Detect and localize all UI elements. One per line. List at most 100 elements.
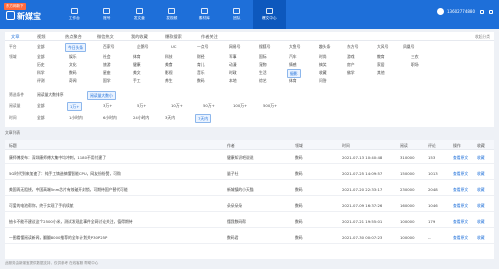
category-option[interactable]: 游戏 xyxy=(345,53,357,60)
collapse-categories-link[interactable]: 收起分类 xyxy=(475,34,490,40)
category-option[interactable]: 时政 xyxy=(227,69,239,76)
view-original-link[interactable]: 查看原文 xyxy=(453,235,468,241)
category-option[interactable]: 问答 xyxy=(317,77,329,84)
reads-option[interactable]: 100万+ xyxy=(231,102,249,109)
article-title[interactable]: 一图看懂阅读新闻，翻翻8000推荐的全年计划关P30P25P xyxy=(9,235,219,241)
sort-option[interactable]: 阅读量大数小 xyxy=(87,91,116,100)
platform-option[interactable]: 网易号 xyxy=(227,43,242,50)
time-option[interactable]: 7天内 xyxy=(195,114,212,123)
category-option[interactable]: 美文 xyxy=(131,69,143,76)
category-option[interactable]: 情感 xyxy=(287,61,299,68)
article-title[interactable]: 5G时代到来加速了：纯手工铸造搞懂智能CPU，网友纷纷赞，可购 xyxy=(9,171,219,177)
category-option[interactable]: 星座 xyxy=(101,69,113,76)
article-title[interactable]: 康师傅发布：深圳康师傅大集中均冲刺，1180不用付建了 xyxy=(9,155,219,161)
favorite-link[interactable]: 收藏 xyxy=(477,155,485,161)
category-option[interactable]: 国际 xyxy=(257,53,269,60)
category-option[interactable]: 佛学 xyxy=(345,69,357,76)
category-option[interactable]: 财经 xyxy=(195,53,207,60)
reads-option[interactable]: 50万+ xyxy=(201,102,217,109)
reads-option[interactable]: 3万+ xyxy=(101,102,114,109)
platform-option[interactable]: 东方号 xyxy=(345,43,360,50)
category-option[interactable]: 军事 xyxy=(227,53,239,60)
tab-hot-aggregate[interactable]: 热点聚合 xyxy=(65,34,82,40)
category-option[interactable]: 汽车 xyxy=(287,53,299,60)
category-option[interactable]: 时尚 xyxy=(317,53,329,60)
reads-option[interactable]: 1万+ xyxy=(67,102,83,111)
reads-option[interactable]: 500万+ xyxy=(261,102,279,109)
favorite-link[interactable]: 收藏 xyxy=(477,203,485,209)
platform-option[interactable]: UC xyxy=(169,43,178,49)
view-original-link[interactable]: 查看原文 xyxy=(453,219,468,225)
platform-option[interactable]: 大风号 xyxy=(375,43,390,50)
category-option[interactable]: 文化 xyxy=(67,61,79,68)
category-option[interactable]: 全部 xyxy=(35,53,47,60)
category-option[interactable]: 影视 xyxy=(163,69,175,76)
user-area[interactable]: 13602774880 xyxy=(437,8,493,15)
category-option[interactable]: 房产 xyxy=(345,61,357,68)
table-row[interactable]: 美国再无阻挠，中国高端5nm芯片有效破开封锁，可期待国产替代可能 新城镇的小天猫… xyxy=(5,182,494,196)
nav-workbench[interactable]: 工作台 xyxy=(58,0,91,29)
category-option[interactable]: 国学 xyxy=(101,77,113,84)
category-option[interactable]: 家居 xyxy=(375,61,387,68)
platform-option[interactable]: 全部 xyxy=(35,43,47,50)
view-original-link[interactable]: 查看原文 xyxy=(453,187,468,193)
settings-icon[interactable] xyxy=(489,9,493,14)
tab-hot-search[interactable]: 爆款搜索 xyxy=(165,34,182,40)
favorite-link[interactable]: 收藏 xyxy=(477,219,485,225)
platform-option[interactable]: 百家号 xyxy=(101,43,116,50)
table-row[interactable]: 抽卡不能不建议这个2500小米，测试发现此事件全网讨论关注，值得期待 懂我数码帮… xyxy=(5,214,494,228)
time-option[interactable]: 24小时内 xyxy=(131,114,151,121)
platform-option[interactable]: 今日头条 xyxy=(65,43,87,52)
nav-hot-articles[interactable]: 爆文中心 xyxy=(253,0,286,29)
tab-author-follow[interactable]: 作者关注 xyxy=(201,34,218,40)
article-title[interactable]: 美国再无阻挠，中国高端5nm芯片有效破开封锁，可期待国产替代可能 xyxy=(9,187,219,193)
category-option[interactable]: 体育 xyxy=(131,53,143,60)
category-option[interactable]: 职场 xyxy=(409,61,421,68)
time-option[interactable]: 3天内 xyxy=(163,114,177,121)
category-option[interactable]: 评测 xyxy=(35,77,47,84)
platform-option[interactable]: 企鹅号 xyxy=(135,43,150,50)
category-option[interactable]: 收藏 xyxy=(317,69,329,76)
tab-wechat-hot[interactable]: 微信热文 xyxy=(97,34,114,40)
category-option[interactable]: 数码 xyxy=(67,69,79,76)
category-option[interactable]: 宠物 xyxy=(257,61,269,68)
time-option[interactable]: 全部 xyxy=(35,114,47,121)
article-title[interactable]: 可爱的电池帮你，终于实现了手机续航 xyxy=(9,203,219,209)
table-row[interactable]: 可爱的电池帮你，终于实现了手机续航 朵朵朵朵 数码 2021-07-09 16:… xyxy=(5,198,494,212)
tab-article[interactable]: 文章 xyxy=(11,34,19,40)
view-original-link[interactable]: 查看原文 xyxy=(453,155,468,161)
category-option[interactable]: 本地 xyxy=(227,77,239,84)
category-option[interactable]: 搞笑 xyxy=(317,61,329,68)
category-option[interactable]: 科学 xyxy=(35,69,47,76)
table-row[interactable]: 5G时代到来加速了：纯手工铸造搞懂智能CPU，网友纷纷赞，可购 量子社 数码 2… xyxy=(5,166,494,180)
tab-video[interactable]: 视频 xyxy=(37,34,45,40)
category-option[interactable]: 美食 xyxy=(163,61,175,68)
favorite-link[interactable]: 收藏 xyxy=(477,171,485,177)
favorite-link[interactable]: 收藏 xyxy=(477,187,485,193)
category-option[interactable]: 教育 xyxy=(375,53,387,60)
article-title[interactable]: 抽卡不能不建议这个2500小米，测试发现此事件全网讨论关注，值得期待 xyxy=(9,219,219,225)
category-option[interactable]: 育儿 xyxy=(195,61,207,68)
app-logo[interactable]: 东方网新下 新媒宝 xyxy=(4,3,52,25)
category-option[interactable]: 其他 xyxy=(375,69,387,76)
nav-materials[interactable]: 素材库 xyxy=(188,0,221,29)
category-option[interactable]: 科技 xyxy=(163,53,175,60)
category-option[interactable]: 音乐 xyxy=(195,69,207,76)
platform-option[interactable]: 搜狐号 xyxy=(257,43,272,50)
nav-team[interactable]: 团队 xyxy=(221,0,254,29)
category-option[interactable]: 体育 xyxy=(287,77,299,84)
category-option[interactable]: 生活 xyxy=(257,69,269,76)
table-row[interactable]: 一图看懂阅读新闻，翻翻8000推荐的全年计划关P30P25P 数码君 数码 20… xyxy=(5,230,494,244)
category-option[interactable]: 养生 xyxy=(163,77,175,84)
avatar[interactable] xyxy=(437,8,444,15)
reads-option[interactable]: 全部 xyxy=(35,102,47,109)
category-option[interactable]: 手工 xyxy=(131,77,143,84)
favorite-link[interactable]: 收藏 xyxy=(477,235,485,241)
category-option[interactable]: 动漫 xyxy=(227,61,239,68)
nav-accounts[interactable]: 账号 xyxy=(91,0,124,29)
nav-publish-video[interactable]: 发视频 xyxy=(156,0,189,29)
view-original-link[interactable]: 查看原文 xyxy=(453,171,468,177)
category-option[interactable]: 旅游 xyxy=(101,61,113,68)
category-option[interactable]: 三农 xyxy=(409,53,421,60)
reads-option[interactable]: 5万+ xyxy=(135,102,148,109)
